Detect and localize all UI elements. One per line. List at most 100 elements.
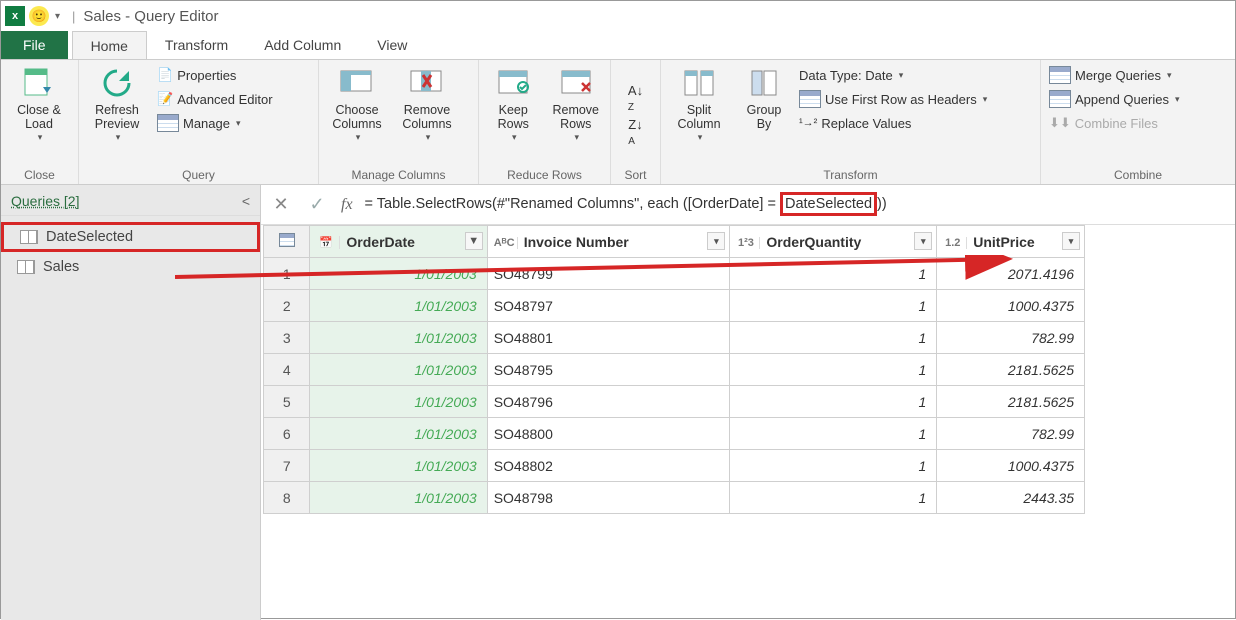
cell-invoice[interactable]: SO48798 [487, 482, 730, 514]
cell-unitprice[interactable]: 1000.4375 [937, 450, 1085, 482]
fx-icon[interactable]: fx [341, 196, 353, 214]
first-row-headers-button[interactable]: Use First Row as Headers ▾ [797, 88, 989, 110]
cell-unitprice[interactable]: 2071.4196 [937, 258, 1085, 290]
formula-cancel-button[interactable]: ✕ [269, 194, 293, 215]
column-header-orderdate[interactable]: 📅OrderDate ▼ [310, 226, 487, 258]
remove-rows-button[interactable]: Remove Rows ▾ [548, 64, 605, 143]
properties-button[interactable]: 📄 Properties [155, 64, 275, 86]
tab-add-column[interactable]: Add Column [246, 31, 359, 59]
cell-unitprice[interactable]: 782.99 [937, 418, 1085, 450]
cell-orderdate[interactable]: 1/01/2003 [310, 418, 487, 450]
row-number[interactable]: 3 [264, 322, 310, 354]
cell-orderquantity[interactable]: 1 [730, 482, 937, 514]
formula-input[interactable]: = Table.SelectRows(#"Renamed Columns", e… [365, 196, 1227, 213]
chevron-down-icon: ▾ [512, 132, 517, 143]
cell-orderquantity[interactable]: 1 [730, 290, 937, 322]
smiley-icon[interactable]: 🙂 [29, 6, 49, 26]
row-number[interactable]: 7 [264, 450, 310, 482]
tab-view[interactable]: View [359, 31, 425, 59]
cell-unitprice[interactable]: 2181.5625 [937, 354, 1085, 386]
tab-home[interactable]: Home [72, 31, 147, 59]
cell-orderdate[interactable]: 1/01/2003 [310, 386, 487, 418]
datatype-decimal-icon[interactable]: 1.2 [943, 237, 967, 249]
cell-invoice[interactable]: SO48801 [487, 322, 730, 354]
column-header-invoice[interactable]: AᴮCInvoice Number ▾ [487, 226, 730, 258]
append-queries-button[interactable]: Append Queries ▾ [1047, 88, 1181, 110]
cell-invoice[interactable]: SO48802 [487, 450, 730, 482]
datatype-int-icon[interactable]: 1²3 [736, 237, 760, 249]
cell-unitprice[interactable]: 1000.4375 [937, 290, 1085, 322]
cell-orderquantity[interactable]: 1 [730, 418, 937, 450]
datatype-date-icon[interactable]: 📅 [316, 236, 340, 249]
table-row[interactable]: 11/01/2003SO4879912071.4196 [264, 258, 1085, 290]
cell-invoice[interactable]: SO48800 [487, 418, 730, 450]
cell-orderdate[interactable]: 1/01/2003 [310, 450, 487, 482]
datatype-text-icon[interactable]: AᴮC [494, 237, 518, 249]
cell-orderquantity[interactable]: 1 [730, 386, 937, 418]
advanced-editor-button[interactable]: 📝 Advanced Editor [155, 88, 275, 110]
query-item-dateselected[interactable]: DateSelected [1, 222, 260, 252]
cell-orderdate[interactable]: 1/01/2003 [310, 482, 487, 514]
close-and-load-button[interactable]: Close & Load ▾ [7, 64, 71, 143]
choose-columns-button[interactable]: Choose Columns ▾ [325, 64, 389, 143]
cell-orderdate[interactable]: 1/01/2003 [310, 322, 487, 354]
cell-invoice[interactable]: SO48795 [487, 354, 730, 386]
sort-desc-button[interactable]: Z↓A [628, 117, 642, 147]
table-row[interactable]: 71/01/2003SO4880211000.4375 [264, 450, 1085, 482]
cell-unitprice[interactable]: 2443.35 [937, 482, 1085, 514]
replace-values-button[interactable]: ¹→² Replace Values [797, 112, 989, 134]
cell-orderquantity[interactable]: 1 [730, 322, 937, 354]
row-number[interactable]: 8 [264, 482, 310, 514]
chevron-down-icon: ▾ [1175, 94, 1180, 105]
data-grid[interactable]: 📅OrderDate ▼ AᴮCInvoice Number ▾ 1²3Orde… [261, 225, 1235, 514]
filter-dropdown-icon[interactable]: ▾ [707, 232, 725, 250]
split-column-button[interactable]: Split Column ▾ [667, 64, 731, 143]
data-type-button[interactable]: Data Type: Date ▾ [797, 64, 989, 86]
filter-dropdown-icon[interactable]: ▾ [914, 232, 932, 250]
cell-orderdate[interactable]: 1/01/2003 [310, 258, 487, 290]
cell-orderquantity[interactable]: 1 [730, 258, 937, 290]
row-number[interactable]: 4 [264, 354, 310, 386]
cell-invoice[interactable]: SO48796 [487, 386, 730, 418]
row-number[interactable]: 1 [264, 258, 310, 290]
cell-unitprice[interactable]: 782.99 [937, 322, 1085, 354]
cell-invoice[interactable]: SO48799 [487, 258, 730, 290]
remove-columns-button[interactable]: Remove Columns ▾ [395, 64, 459, 143]
row-number[interactable]: 2 [264, 290, 310, 322]
table-row[interactable]: 31/01/2003SO488011782.99 [264, 322, 1085, 354]
quick-access-dropdown-icon[interactable]: ▾ [55, 11, 60, 22]
cell-unitprice[interactable]: 2181.5625 [937, 386, 1085, 418]
queries-panel-header[interactable]: Queries [2] [11, 193, 79, 209]
refresh-preview-button[interactable]: Refresh Preview ▾ [85, 64, 149, 143]
table-row[interactable]: 51/01/2003SO4879612181.5625 [264, 386, 1085, 418]
cell-orderdate[interactable]: 1/01/2003 [310, 290, 487, 322]
title-bar: x 🙂 ▾ | Sales - Query Editor [1, 1, 1235, 31]
sort-asc-button[interactable]: A↓Z [628, 83, 643, 113]
manage-button[interactable]: Manage ▾ [155, 112, 275, 134]
cell-orderdate[interactable]: 1/01/2003 [310, 354, 487, 386]
keep-rows-button[interactable]: Keep Rows ▾ [485, 64, 542, 143]
window-title: Sales - Query Editor [83, 8, 218, 25]
chevron-down-icon: ▾ [899, 70, 904, 81]
query-item-sales[interactable]: Sales [1, 252, 260, 282]
grid-corner-cell[interactable] [264, 226, 310, 258]
row-number[interactable]: 5 [264, 386, 310, 418]
column-header-unitprice[interactable]: 1.2UnitPrice ▾ [937, 226, 1085, 258]
cell-invoice[interactable]: SO48797 [487, 290, 730, 322]
cell-orderquantity[interactable]: 1 [730, 450, 937, 482]
cell-orderquantity[interactable]: 1 [730, 354, 937, 386]
filter-active-icon[interactable]: ▼ [465, 232, 483, 250]
filter-dropdown-icon[interactable]: ▾ [1062, 232, 1080, 250]
table-row[interactable]: 81/01/2003SO4879812443.35 [264, 482, 1085, 514]
formula-accept-button[interactable]: ✓ [305, 194, 329, 215]
table-row[interactable]: 21/01/2003SO4879711000.4375 [264, 290, 1085, 322]
tab-file[interactable]: File [1, 31, 68, 59]
row-number[interactable]: 6 [264, 418, 310, 450]
tab-transform[interactable]: Transform [147, 31, 246, 59]
collapse-panel-icon[interactable]: < [242, 193, 250, 209]
column-header-orderquantity[interactable]: 1²3OrderQuantity ▾ [730, 226, 937, 258]
merge-queries-button[interactable]: Merge Queries ▾ [1047, 64, 1181, 86]
table-row[interactable]: 41/01/2003SO4879512181.5625 [264, 354, 1085, 386]
table-row[interactable]: 61/01/2003SO488001782.99 [264, 418, 1085, 450]
group-by-button[interactable]: Group By [737, 64, 791, 132]
